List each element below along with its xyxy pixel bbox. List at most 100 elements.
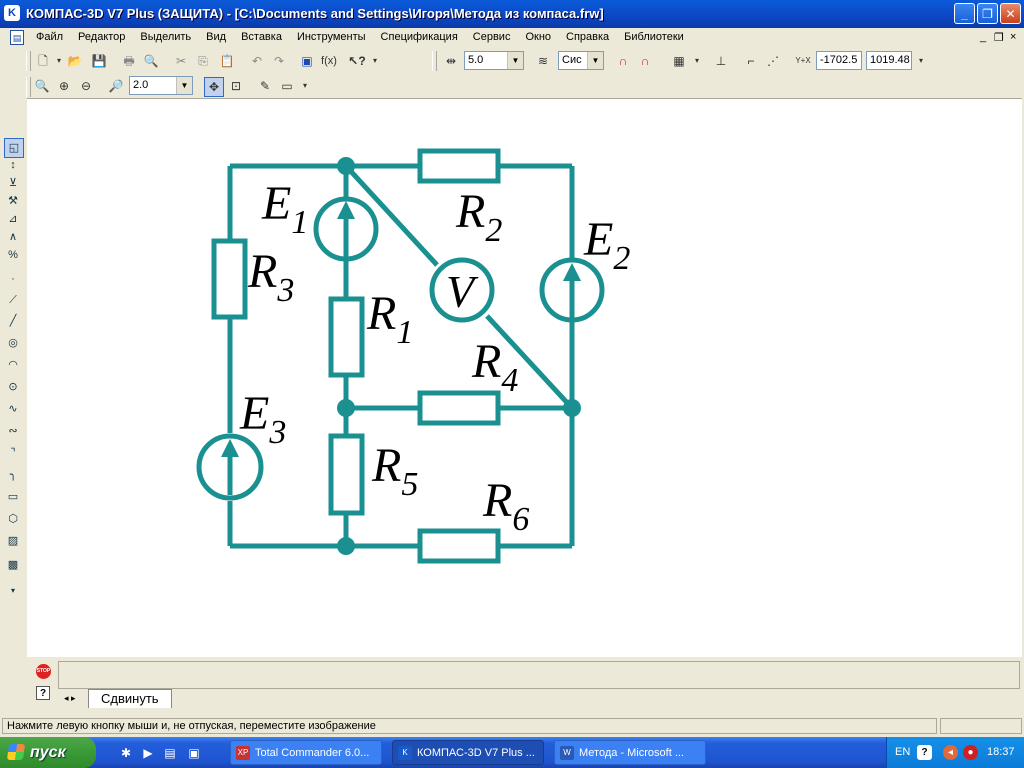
measure-panel-icon[interactable]: ∧ bbox=[4, 228, 22, 246]
chamfer-tool-icon[interactable]: ⌝ bbox=[4, 444, 22, 462]
maximize-button[interactable]: ❐ bbox=[977, 3, 998, 24]
polygon-tool-icon[interactable]: ⬡ bbox=[4, 510, 22, 528]
menu-edit[interactable]: Редактор bbox=[78, 31, 125, 43]
copy-icon[interactable]: ⎘ bbox=[194, 52, 212, 70]
dimensions-panel-icon[interactable]: ↕ bbox=[4, 156, 22, 174]
close-button[interactable]: ✕ bbox=[1000, 3, 1021, 24]
snap-magnet-icon[interactable]: ∩ bbox=[614, 52, 632, 70]
circle-tool-icon[interactable]: ◎ bbox=[4, 334, 22, 352]
zoom-combo[interactable]: 2.0 ▼ bbox=[129, 76, 193, 95]
coord-y-field[interactable]: 1019.48 bbox=[866, 51, 912, 70]
context-help-icon[interactable]: ↖? bbox=[348, 52, 366, 70]
zoom-window-icon[interactable]: 🔍 bbox=[33, 77, 51, 95]
mdi-restore-button[interactable]: ❐ bbox=[994, 31, 1004, 44]
ortho-mode-icon[interactable]: ⌐ bbox=[742, 52, 760, 70]
menu-service[interactable]: Сервис bbox=[473, 31, 511, 43]
edit-panel-icon[interactable]: ⚒ bbox=[4, 192, 22, 210]
point-tool-icon[interactable]: · bbox=[4, 270, 22, 288]
hatch-tool-icon[interactable]: ▨ bbox=[4, 532, 22, 550]
parametrize-panel-icon[interactable]: ⊿ bbox=[4, 210, 22, 228]
bezier-tool-icon[interactable]: ∾ bbox=[4, 422, 22, 440]
command-string-field[interactable] bbox=[58, 661, 1020, 689]
grid-dropdown-icon[interactable]: ▾ bbox=[688, 52, 706, 70]
zoom-out-icon[interactable]: ⊖ bbox=[77, 77, 95, 95]
menu-libraries[interactable]: Библиотеки bbox=[624, 31, 684, 43]
menu-select[interactable]: Выделить bbox=[140, 31, 191, 43]
fillet-tool-icon[interactable]: ╮ bbox=[4, 466, 22, 484]
print-icon[interactable]: 🖶 bbox=[120, 52, 138, 70]
quicklaunch-commander-icon[interactable]: ▣ bbox=[186, 745, 202, 761]
help-tray-icon[interactable]: ? bbox=[917, 745, 932, 760]
undo-icon[interactable]: ↶ bbox=[248, 52, 266, 70]
refresh-icon[interactable]: ✎ bbox=[256, 77, 274, 95]
show-all-icon[interactable]: ⊡ bbox=[227, 77, 245, 95]
paste-icon[interactable]: 📋 bbox=[218, 52, 236, 70]
pan-move-icon[interactable]: ✥ bbox=[204, 77, 224, 97]
variables-icon[interactable]: f(x) bbox=[320, 52, 338, 70]
quicklaunch-app-icon[interactable]: ✱ bbox=[118, 745, 134, 761]
menu-insert[interactable]: Вставка bbox=[241, 31, 282, 43]
aux-line-tool-icon[interactable]: ⟋ bbox=[4, 291, 22, 309]
toolbar-grip[interactable] bbox=[432, 51, 437, 71]
kompas-app-icon[interactable]: K bbox=[4, 5, 20, 21]
menu-specification[interactable]: Спецификация bbox=[381, 31, 458, 43]
task-word[interactable]: W Метода - Microsoft ... bbox=[554, 740, 706, 765]
local-cs-icon[interactable]: ⊥ bbox=[712, 52, 730, 70]
toolbar-grip[interactable] bbox=[26, 51, 31, 71]
open-folder-icon[interactable]: 📂 bbox=[66, 52, 84, 70]
task-total-commander[interactable]: XP Total Commander 6.0... bbox=[230, 740, 382, 765]
back-tray-icon[interactable]: ◂ bbox=[943, 745, 958, 760]
menu-view[interactable]: Вид bbox=[206, 31, 226, 43]
stop-command-button[interactable]: STOP bbox=[36, 664, 51, 679]
cursor-step-combo[interactable]: 5.0 ▼ bbox=[464, 51, 524, 70]
display-dropdown-icon[interactable]: ▾ bbox=[296, 77, 314, 95]
tab-pan[interactable]: Сдвинуть bbox=[88, 689, 172, 708]
menu-window[interactable]: Окно bbox=[525, 31, 551, 43]
snap-settings-icon[interactable]: ∩ bbox=[636, 52, 654, 70]
minimize-button[interactable]: _ bbox=[954, 3, 975, 24]
cut-icon[interactable]: ✂ bbox=[172, 52, 190, 70]
layer-combo[interactable]: Сис ▼ bbox=[558, 51, 604, 70]
contour-tool-icon[interactable]: ▩ bbox=[4, 556, 22, 574]
quicklaunch-media-icon[interactable]: ▶ bbox=[140, 745, 156, 761]
coords-dropdown-icon[interactable]: ▾ bbox=[912, 52, 930, 70]
antivirus-tray-icon[interactable]: ● bbox=[963, 745, 978, 760]
save-icon[interactable]: 💾 bbox=[90, 52, 108, 70]
zoom-in-icon[interactable]: ⊕ bbox=[55, 77, 73, 95]
grid-icon[interactable]: ▦ bbox=[670, 52, 688, 70]
select-panel-icon[interactable]: % bbox=[4, 246, 22, 264]
start-button[interactable]: пуск bbox=[0, 737, 96, 768]
mdi-close-button[interactable]: × bbox=[1010, 31, 1016, 43]
spline-tool-icon[interactable]: ∿ bbox=[4, 400, 22, 418]
title-bar[interactable]: K КОМПАС-3D V7 Plus (ЗАЩИТА) - [C:\Docum… bbox=[0, 0, 1024, 28]
layers-icon[interactable]: ≋ bbox=[534, 52, 552, 70]
round-coords-icon[interactable]: ⋰ bbox=[764, 52, 782, 70]
chevron-down-icon[interactable]: ▼ bbox=[507, 52, 523, 69]
symbols-panel-icon[interactable]: ⊻ bbox=[4, 174, 22, 192]
task-kompas[interactable]: K КОМПАС-3D V7 Plus ... bbox=[392, 740, 544, 765]
manager-icon[interactable]: ▣ bbox=[298, 52, 316, 70]
quicklaunch-desktop-icon[interactable]: ▤ bbox=[162, 745, 178, 761]
arc-tool-icon[interactable]: ◠ bbox=[4, 356, 22, 374]
segment-tool-icon[interactable]: ╱ bbox=[4, 312, 22, 330]
mdi-minimize-button[interactable]: _ bbox=[980, 31, 986, 43]
drawing-canvas[interactable]: E1 R2 E2 R3 V R1 R4 E3 R5 R6 bbox=[27, 98, 1022, 657]
redo-icon[interactable]: ↷ bbox=[270, 52, 288, 70]
menu-help[interactable]: Справка bbox=[566, 31, 609, 43]
step-cursor-icon[interactable]: ⇹ bbox=[442, 52, 460, 70]
tab-scroll-arrows[interactable]: ◂ ▸ bbox=[64, 693, 76, 704]
menu-file[interactable]: Файл bbox=[36, 31, 63, 43]
language-indicator[interactable]: EN bbox=[895, 746, 910, 758]
rectangle-tool-icon[interactable]: ▭ bbox=[4, 488, 22, 506]
toolbar-grip[interactable] bbox=[26, 77, 31, 97]
geometry-panel-icon[interactable]: ◱ bbox=[4, 138, 24, 158]
coord-x-field[interactable]: -1702.5 bbox=[816, 51, 862, 70]
menu-tools[interactable]: Инструменты bbox=[297, 31, 366, 43]
more-tools-icon[interactable]: ▾ bbox=[4, 582, 22, 600]
ellipse-tool-icon[interactable]: ⊙ bbox=[4, 378, 22, 396]
print-preview-icon[interactable]: 🔍 bbox=[142, 52, 160, 70]
chevron-down-icon[interactable]: ▼ bbox=[176, 77, 192, 94]
document-icon[interactable]: ▤ bbox=[10, 30, 24, 45]
display-mode-icon[interactable]: ▭ bbox=[278, 77, 296, 95]
chevron-down-icon[interactable]: ▼ bbox=[587, 52, 603, 69]
